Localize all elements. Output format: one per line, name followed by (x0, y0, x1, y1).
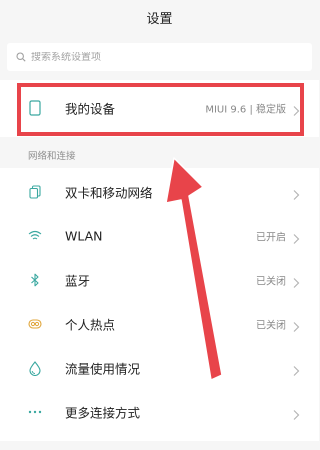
list-item-more-connections[interactable]: 更多连接方式 (0, 390, 319, 434)
chevron-right-icon (292, 274, 300, 288)
page-title: 设置 (146, 11, 173, 27)
list-item-label: 蓝牙 (65, 273, 91, 289)
chevron-right-icon (292, 102, 300, 116)
data-usage-icon (28, 360, 42, 376)
search-box[interactable] (7, 43, 312, 71)
chevron-right-icon (292, 362, 300, 376)
hotspot-icon (28, 316, 42, 332)
wifi-icon (28, 228, 42, 244)
chevron-right-icon (292, 318, 300, 332)
list-item-label: 双卡和移动网络 (65, 185, 153, 201)
my-device-label: 我的设备 (65, 101, 116, 117)
list-item-bluetooth[interactable]: 蓝牙 已关闭 (0, 258, 319, 302)
list-item-sim-network[interactable]: 双卡和移动网络 (0, 170, 319, 214)
list-item-value: 已关闭 (256, 276, 286, 288)
bluetooth-icon (28, 272, 42, 288)
phone-icon (28, 100, 42, 116)
list-item-value: 已开启 (256, 232, 286, 244)
list-item-label: 流量使用情况 (65, 361, 141, 377)
chevron-right-icon (292, 406, 300, 420)
more-dots-icon (28, 404, 42, 420)
list-item-label: 个人热点 (65, 317, 116, 333)
list-item-label: 更多连接方式 (65, 405, 141, 421)
search-icon (16, 52, 26, 62)
search-input[interactable] (31, 51, 301, 63)
section-header: 网络和连接 (28, 151, 76, 162)
miui-version: MIUI 9.6 | 稳定版 (205, 104, 286, 116)
sim-card-icon (28, 184, 42, 200)
list-item-hotspot[interactable]: 个人热点 已关闭 (0, 302, 319, 346)
list-item-value: 已关闭 (256, 320, 286, 332)
chevron-right-icon (292, 230, 300, 244)
my-device-row[interactable]: 我的设备 MIUI 9.6 | 稳定版 (0, 82, 319, 134)
chevron-right-icon (292, 186, 300, 200)
title-bar: 设置 (0, 0, 319, 34)
list-item-data-usage[interactable]: 流量使用情况 (0, 346, 319, 390)
list-item-wlan[interactable]: WLAN 已开启 (0, 214, 319, 258)
list-item-label: WLAN (65, 228, 103, 244)
